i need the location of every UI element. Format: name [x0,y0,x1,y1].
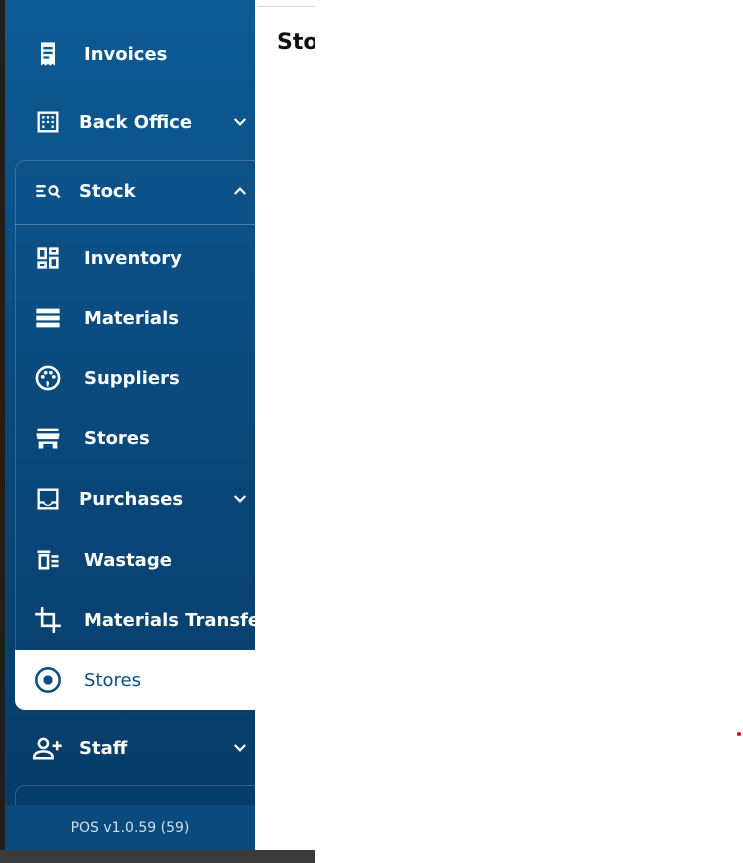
sidebar-item-label: Back Office [79,111,193,133]
chevron-down-icon [233,495,247,503]
chevron-up-icon [233,187,247,195]
sidebar-item-suppliers[interactable]: Suppliers [5,348,255,408]
dashboard-icon [34,244,62,272]
sidebar-item-label: Materials [84,307,179,329]
receipt-icon [34,40,62,68]
storefront-icon [34,424,62,452]
sidebar-item-label: Invoices [84,43,168,65]
chevron-down-icon [233,744,247,752]
sidebar-item-back-office[interactable]: Back Office [5,92,255,152]
building-icon [34,108,62,136]
sidebar-item-inventory[interactable]: Inventory [5,228,255,288]
inbox-icon [34,485,62,513]
sidebar-item-materials[interactable]: Materials [5,288,255,348]
divider [15,224,260,225]
sidebar-item-label: Stores [84,669,141,691]
sidebar-item-label: Stock [79,180,136,202]
version-text: POS v1.0.59 (59) [70,819,190,836]
sidebar-item-invoices[interactable]: Invoices [5,24,255,84]
add-person-icon [32,734,64,762]
sidebar-item-materials-transfer[interactable]: Materials Transfer [5,590,269,650]
sidebar-item-staff[interactable]: Staff [5,718,255,778]
sidebar-item-stores[interactable]: Stores [5,408,255,468]
sidebar-item-label: Purchases [79,488,184,510]
version-label: POS v1.0.59 (59) [5,805,255,850]
sidebar-item-label: Inventory [84,247,182,269]
sidebar-item-label: Suppliers [84,367,180,389]
taskbar-strip [0,850,315,863]
sidebar-item-label: Stores [84,427,150,449]
sidebar: Invoices Back Office Stock Inventory Mat… [0,0,269,850]
search-list-icon [34,177,62,205]
radio-button-icon [34,666,62,694]
wastage-icon [34,546,62,574]
sidebar-item-stores-active[interactable]: Stores [15,650,260,710]
sidebar-item-purchases[interactable]: Purchases [5,469,255,529]
sidebar-item-label: Staff [79,737,128,759]
storage-icon [34,304,62,332]
sidebar-item-stock[interactable]: Stock [5,161,255,221]
page-title: Sto [277,30,315,55]
chevron-down-icon [233,118,247,126]
sidebar-item-label: Materials Transfer [84,609,269,631]
palette-icon [34,364,62,392]
status-dot [737,732,741,736]
crop-icon [34,606,62,634]
sidebar-item-label: Wastage [84,549,172,571]
divider [258,6,315,7]
sidebar-item-wastage[interactable]: Wastage [5,530,255,590]
